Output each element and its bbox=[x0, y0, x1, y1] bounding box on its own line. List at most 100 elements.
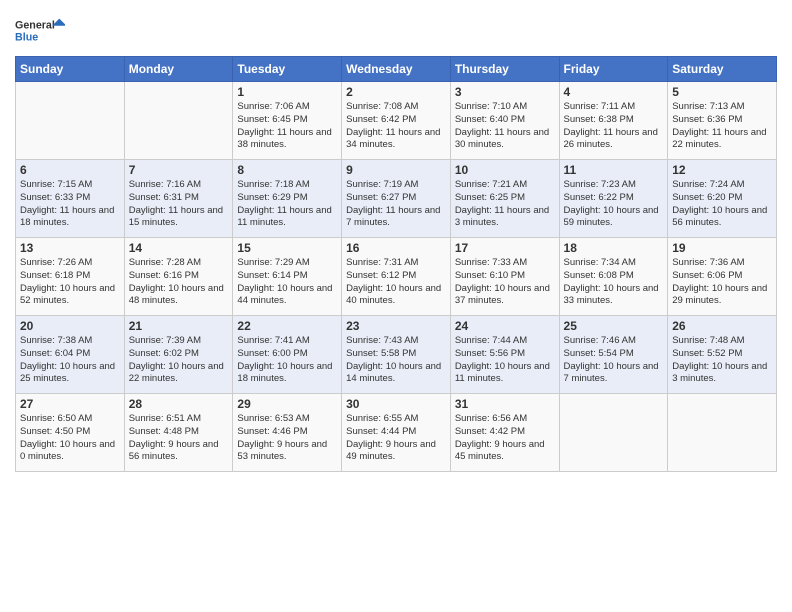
day-number: 2 bbox=[346, 85, 446, 99]
calendar-cell: 25Sunrise: 7:46 AM Sunset: 5:54 PM Dayli… bbox=[559, 316, 668, 394]
cell-content: Sunrise: 7:13 AM Sunset: 6:36 PM Dayligh… bbox=[672, 101, 772, 152]
cell-content: Sunrise: 7:38 AM Sunset: 6:04 PM Dayligh… bbox=[20, 335, 120, 386]
cell-content: Sunrise: 7:39 AM Sunset: 6:02 PM Dayligh… bbox=[129, 335, 229, 386]
svg-text:Blue: Blue bbox=[15, 32, 38, 44]
calendar-cell: 10 Sunrise: 7:21 AM Sunset: 6:25 PM Dayli… bbox=[450, 160, 559, 238]
calendar-cell: 3 Sunrise: 7:10 AM Sunset: 6:40 PM Daylig… bbox=[450, 82, 559, 160]
cell-content: Sunrise: 7:18 AM Sunset: 6:29 PM Dayligh… bbox=[237, 179, 337, 230]
calendar-cell bbox=[16, 82, 125, 160]
calendar-cell: 12Sunrise: 7:24 AM Sunset: 6:20 PM Dayli… bbox=[668, 160, 777, 238]
calendar-cell: 21 Sunrise: 7:39 AM Sunset: 6:02 PM Dayli… bbox=[124, 316, 233, 394]
calendar-cell: 31 Sunrise: 6:56 AM Sunset: 4:42 PM Dayli… bbox=[450, 394, 559, 472]
cell-content: Sunrise: 7:44 AM Sunset: 5:56 PM Dayligh… bbox=[455, 335, 555, 386]
header-row: SundayMondayTuesdayWednesdayThursdayFrid… bbox=[16, 57, 777, 82]
cell-content: Sunrise: 6:55 AM Sunset: 4:44 PM Dayligh… bbox=[346, 413, 446, 464]
cell-content: Sunrise: 6:51 AM Sunset: 4:48 PM Dayligh… bbox=[129, 413, 229, 464]
day-number: 13 bbox=[20, 241, 120, 255]
logo-svg: General Blue bbox=[15, 10, 65, 50]
page: General Blue SundayMondayTuesdayWednesda… bbox=[0, 0, 792, 482]
calendar-cell: 27 Sunrise: 6:50 AM Sunset: 4:50 PM Dayli… bbox=[16, 394, 125, 472]
logo: General Blue bbox=[15, 10, 65, 50]
cell-content: Sunrise: 7:23 AM Sunset: 6:22 PM Dayligh… bbox=[564, 179, 664, 230]
day-number: 6 bbox=[20, 163, 120, 177]
cell-content: Sunrise: 6:53 AM Sunset: 4:46 PM Dayligh… bbox=[237, 413, 337, 464]
week-row-2: 6 Sunrise: 7:15 AM Sunset: 6:33 PM Daylig… bbox=[16, 160, 777, 238]
day-number: 20 bbox=[20, 319, 120, 333]
calendar-cell: 26 Sunrise: 7:48 AM Sunset: 5:52 PM Dayli… bbox=[668, 316, 777, 394]
cell-content: Sunrise: 7:34 AM Sunset: 6:08 PM Dayligh… bbox=[564, 257, 664, 308]
day-number: 10 bbox=[455, 163, 555, 177]
cell-content: Sunrise: 7:21 AM Sunset: 6:25 PM Dayligh… bbox=[455, 179, 555, 230]
calendar-cell: 2 Sunrise: 7:08 AM Sunset: 6:42 PM Daylig… bbox=[342, 82, 451, 160]
day-header-saturday: Saturday bbox=[668, 57, 777, 82]
day-number: 3 bbox=[455, 85, 555, 99]
cell-content: Sunrise: 7:31 AM Sunset: 6:12 PM Dayligh… bbox=[346, 257, 446, 308]
calendar-cell: 16 Sunrise: 7:31 AM Sunset: 6:12 PM Dayli… bbox=[342, 238, 451, 316]
day-header-tuesday: Tuesday bbox=[233, 57, 342, 82]
cell-content: Sunrise: 7:19 AM Sunset: 6:27 PM Dayligh… bbox=[346, 179, 446, 230]
cell-content: Sunrise: 7:29 AM Sunset: 6:14 PM Dayligh… bbox=[237, 257, 337, 308]
calendar-cell: 6 Sunrise: 7:15 AM Sunset: 6:33 PM Daylig… bbox=[16, 160, 125, 238]
day-number: 17 bbox=[455, 241, 555, 255]
cell-content: Sunrise: 6:50 AM Sunset: 4:50 PM Dayligh… bbox=[20, 413, 120, 464]
cell-content: Sunrise: 7:24 AM Sunset: 6:20 PM Dayligh… bbox=[672, 179, 772, 230]
cell-content: Sunrise: 7:26 AM Sunset: 6:18 PM Dayligh… bbox=[20, 257, 120, 308]
day-header-thursday: Thursday bbox=[450, 57, 559, 82]
svg-text:General: General bbox=[15, 20, 55, 32]
day-number: 11 bbox=[564, 163, 664, 177]
day-number: 16 bbox=[346, 241, 446, 255]
day-number: 19 bbox=[672, 241, 772, 255]
cell-content: Sunrise: 7:28 AM Sunset: 6:16 PM Dayligh… bbox=[129, 257, 229, 308]
day-header-friday: Friday bbox=[559, 57, 668, 82]
header: General Blue bbox=[15, 10, 777, 50]
calendar-cell: 8 Sunrise: 7:18 AM Sunset: 6:29 PM Daylig… bbox=[233, 160, 342, 238]
day-number: 25 bbox=[564, 319, 664, 333]
day-number: 31 bbox=[455, 397, 555, 411]
day-number: 28 bbox=[129, 397, 229, 411]
day-number: 15 bbox=[237, 241, 337, 255]
calendar-cell: 18 Sunrise: 7:34 AM Sunset: 6:08 PM Dayli… bbox=[559, 238, 668, 316]
week-row-3: 13 Sunrise: 7:26 AM Sunset: 6:18 PM Dayli… bbox=[16, 238, 777, 316]
day-number: 23 bbox=[346, 319, 446, 333]
day-number: 26 bbox=[672, 319, 772, 333]
cell-content: Sunrise: 7:10 AM Sunset: 6:40 PM Dayligh… bbox=[455, 101, 555, 152]
day-number: 14 bbox=[129, 241, 229, 255]
cell-content: Sunrise: 7:08 AM Sunset: 6:42 PM Dayligh… bbox=[346, 101, 446, 152]
day-number: 29 bbox=[237, 397, 337, 411]
cell-content: Sunrise: 6:56 AM Sunset: 4:42 PM Dayligh… bbox=[455, 413, 555, 464]
cell-content: Sunrise: 7:48 AM Sunset: 5:52 PM Dayligh… bbox=[672, 335, 772, 386]
calendar-cell: 28 Sunrise: 6:51 AM Sunset: 4:48 PM Dayli… bbox=[124, 394, 233, 472]
week-row-1: 1Sunrise: 7:06 AM Sunset: 6:45 PM Daylig… bbox=[16, 82, 777, 160]
calendar-cell: 5Sunrise: 7:13 AM Sunset: 6:36 PM Daylig… bbox=[668, 82, 777, 160]
calendar-cell: 4Sunrise: 7:11 AM Sunset: 6:38 PM Daylig… bbox=[559, 82, 668, 160]
calendar-cell: 9Sunrise: 7:19 AM Sunset: 6:27 PM Daylig… bbox=[342, 160, 451, 238]
day-number: 8 bbox=[237, 163, 337, 177]
calendar-cell: 7Sunrise: 7:16 AM Sunset: 6:31 PM Daylig… bbox=[124, 160, 233, 238]
calendar-cell: 19 Sunrise: 7:36 AM Sunset: 6:06 PM Dayli… bbox=[668, 238, 777, 316]
day-number: 1 bbox=[237, 85, 337, 99]
day-number: 21 bbox=[129, 319, 229, 333]
cell-content: Sunrise: 7:43 AM Sunset: 5:58 PM Dayligh… bbox=[346, 335, 446, 386]
cell-content: Sunrise: 7:16 AM Sunset: 6:31 PM Dayligh… bbox=[129, 179, 229, 230]
cell-content: Sunrise: 7:15 AM Sunset: 6:33 PM Dayligh… bbox=[20, 179, 120, 230]
calendar-cell bbox=[668, 394, 777, 472]
cell-content: Sunrise: 7:36 AM Sunset: 6:06 PM Dayligh… bbox=[672, 257, 772, 308]
day-number: 27 bbox=[20, 397, 120, 411]
calendar-cell: 29 Sunrise: 6:53 AM Sunset: 4:46 PM Dayli… bbox=[233, 394, 342, 472]
calendar-cell: 11 Sunrise: 7:23 AM Sunset: 6:22 PM Dayli… bbox=[559, 160, 668, 238]
cell-content: Sunrise: 7:33 AM Sunset: 6:10 PM Dayligh… bbox=[455, 257, 555, 308]
day-header-sunday: Sunday bbox=[16, 57, 125, 82]
calendar-cell: 15 Sunrise: 7:29 AM Sunset: 6:14 PM Dayli… bbox=[233, 238, 342, 316]
day-number: 22 bbox=[237, 319, 337, 333]
day-number: 30 bbox=[346, 397, 446, 411]
calendar-cell: 23 Sunrise: 7:43 AM Sunset: 5:58 PM Dayli… bbox=[342, 316, 451, 394]
calendar-cell: 1Sunrise: 7:06 AM Sunset: 6:45 PM Daylig… bbox=[233, 82, 342, 160]
calendar-cell: 17 Sunrise: 7:33 AM Sunset: 6:10 PM Dayli… bbox=[450, 238, 559, 316]
week-row-5: 27 Sunrise: 6:50 AM Sunset: 4:50 PM Dayli… bbox=[16, 394, 777, 472]
day-header-monday: Monday bbox=[124, 57, 233, 82]
calendar-table: SundayMondayTuesdayWednesdayThursdayFrid… bbox=[15, 56, 777, 472]
day-number: 4 bbox=[564, 85, 664, 99]
calendar-cell: 13 Sunrise: 7:26 AM Sunset: 6:18 PM Dayli… bbox=[16, 238, 125, 316]
day-number: 18 bbox=[564, 241, 664, 255]
day-number: 24 bbox=[455, 319, 555, 333]
